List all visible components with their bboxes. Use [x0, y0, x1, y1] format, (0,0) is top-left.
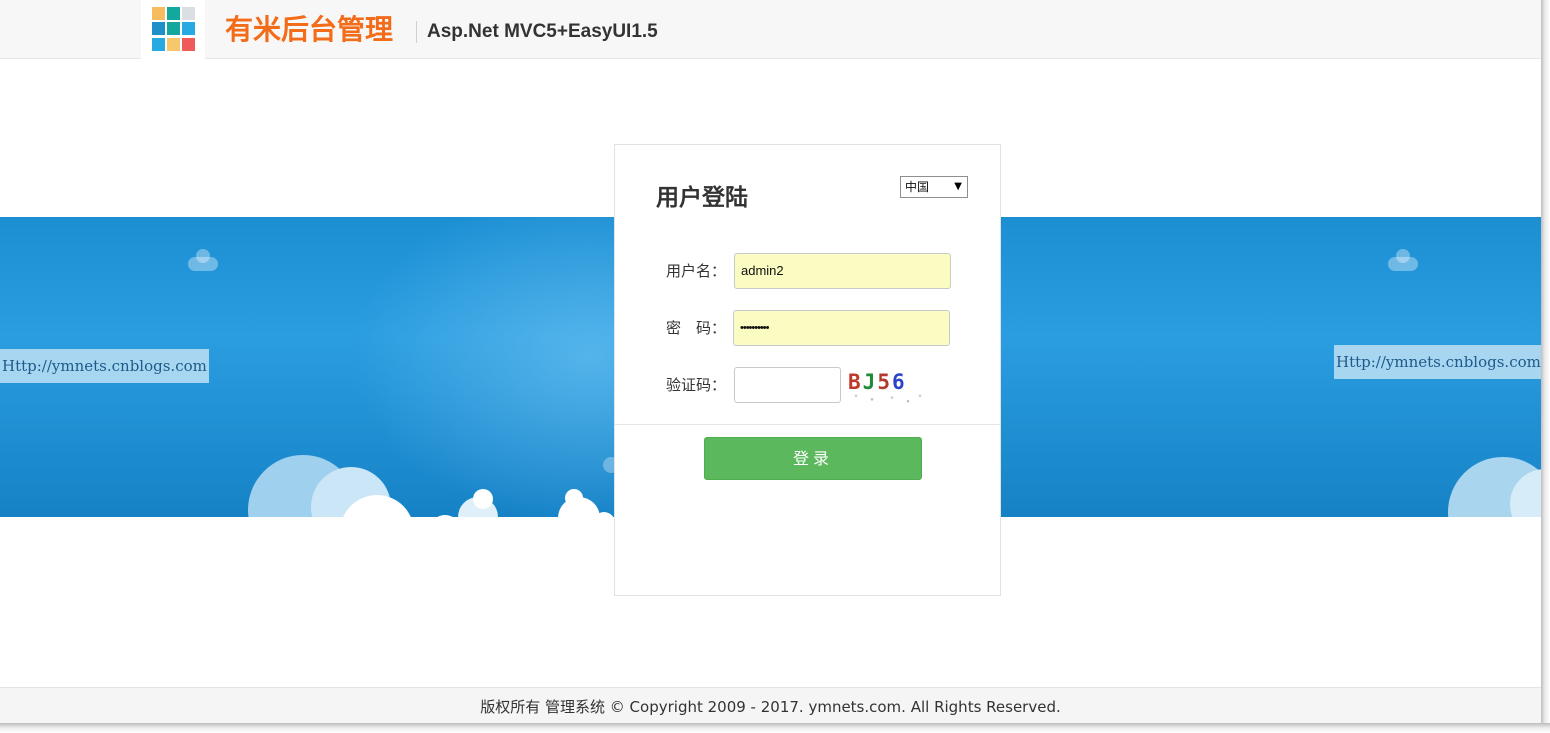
language-select-value: 中国	[905, 180, 930, 194]
logo-square	[167, 37, 180, 51]
panel-divider	[615, 424, 1000, 425]
username-input[interactable]: admin2	[734, 253, 951, 289]
captcha-char: B	[848, 370, 863, 394]
language-select[interactable]: 中国 ▼	[900, 176, 968, 198]
logo-square	[167, 22, 180, 36]
logo-square	[152, 22, 165, 36]
cloud-icon	[565, 489, 583, 507]
login-panel: 用户登陆 中国 ▼ 用户名： admin2 密 码： •••••••••• 验证…	[614, 144, 1001, 596]
username-label: 用户名：	[666, 262, 727, 280]
password-label: 密 码：	[666, 319, 727, 337]
cloud-icon	[473, 489, 493, 509]
logo-square	[152, 7, 165, 20]
app-subtitle: Asp.Net MVC5+EasyUI1.5	[427, 21, 658, 42]
login-button[interactable]: 登录	[704, 437, 922, 480]
captcha-char: 6	[891, 370, 907, 394]
banner-url-left: Http://ymnets.cnblogs.com	[0, 349, 209, 383]
password-input[interactable]: ••••••••••	[733, 310, 950, 346]
cloud-icon	[188, 249, 218, 271]
logo-square	[182, 7, 195, 20]
chevron-down-icon: ▼	[954, 181, 962, 192]
login-title: 用户登陆	[656, 185, 748, 211]
title-divider	[416, 21, 417, 43]
top-header: 有米后台管理 Asp.Net MVC5+EasyUI1.5	[0, 0, 1541, 59]
logo-square	[167, 7, 180, 20]
captcha-label: 验证码：	[666, 376, 727, 394]
logo-grid-icon	[152, 7, 196, 51]
captcha-image[interactable]: BJ56	[848, 367, 928, 403]
captcha-char: J	[862, 370, 878, 394]
cloud-icon	[1388, 249, 1418, 271]
app-title: 有米后台管理	[225, 13, 394, 46]
logo-square	[182, 37, 195, 51]
logo-square	[152, 37, 165, 51]
captcha-char: 5	[877, 370, 892, 394]
logo-square	[182, 22, 195, 36]
captcha-input[interactable]	[734, 367, 841, 403]
footer-copyright: 版权所有 管理系统 © Copyright 2009 - 2017. ymnet…	[480, 698, 1061, 716]
logo	[141, 0, 205, 59]
window-frame-right	[1541, 0, 1550, 733]
footer: 版权所有 管理系统 © Copyright 2009 - 2017. ymnet…	[0, 687, 1541, 723]
window-frame-bottom	[0, 723, 1550, 733]
banner-url-right: Http://ymnets.cnblogs.com	[1334, 345, 1541, 379]
